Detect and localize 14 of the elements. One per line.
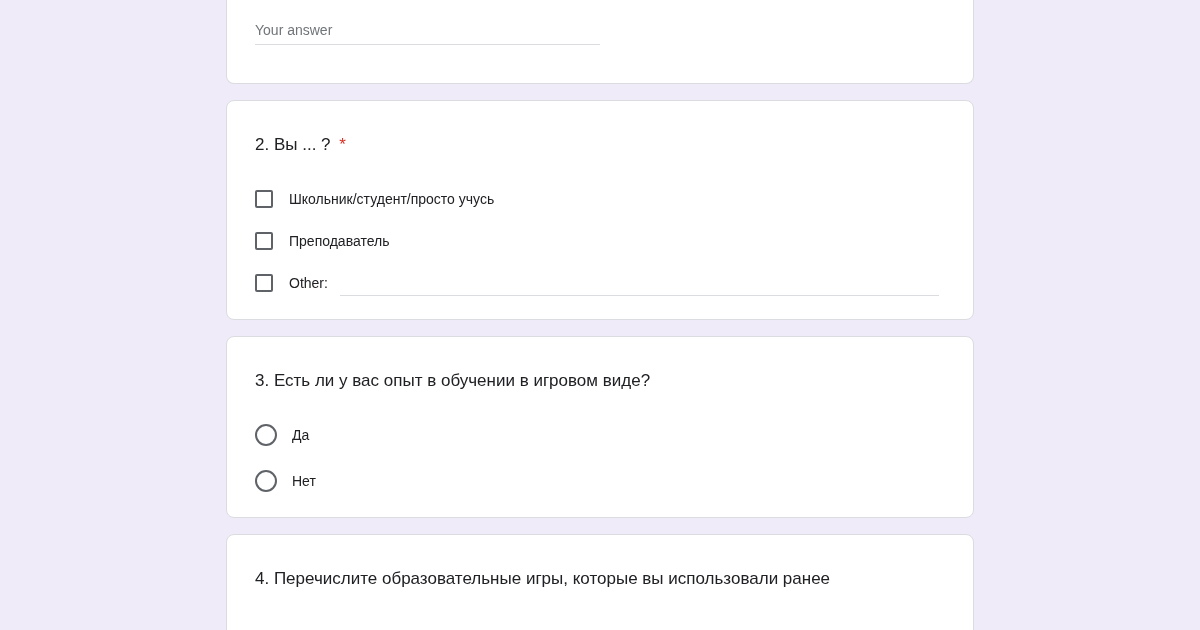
option-label: Да [292,427,310,443]
required-mark: * [339,135,346,154]
checkbox[interactable] [255,190,273,208]
question-title: 2. Вы ... ? [255,135,331,154]
radio-button[interactable] [255,424,277,446]
checkbox[interactable] [255,274,273,292]
radio-button[interactable] [255,470,277,492]
option-label: Школьник/студент/просто учусь [289,191,495,207]
option-label: Нет [292,473,316,489]
checkbox[interactable] [255,232,273,250]
option-label: Other: [289,275,328,291]
question-title: 4. Перечислите образовательные игры, которые вы использовали ранее [255,569,831,588]
option-label: Преподаватель [289,233,390,249]
question-title: 3. Есть ли у вас опыт в обучении в игровом виде? [255,371,651,390]
